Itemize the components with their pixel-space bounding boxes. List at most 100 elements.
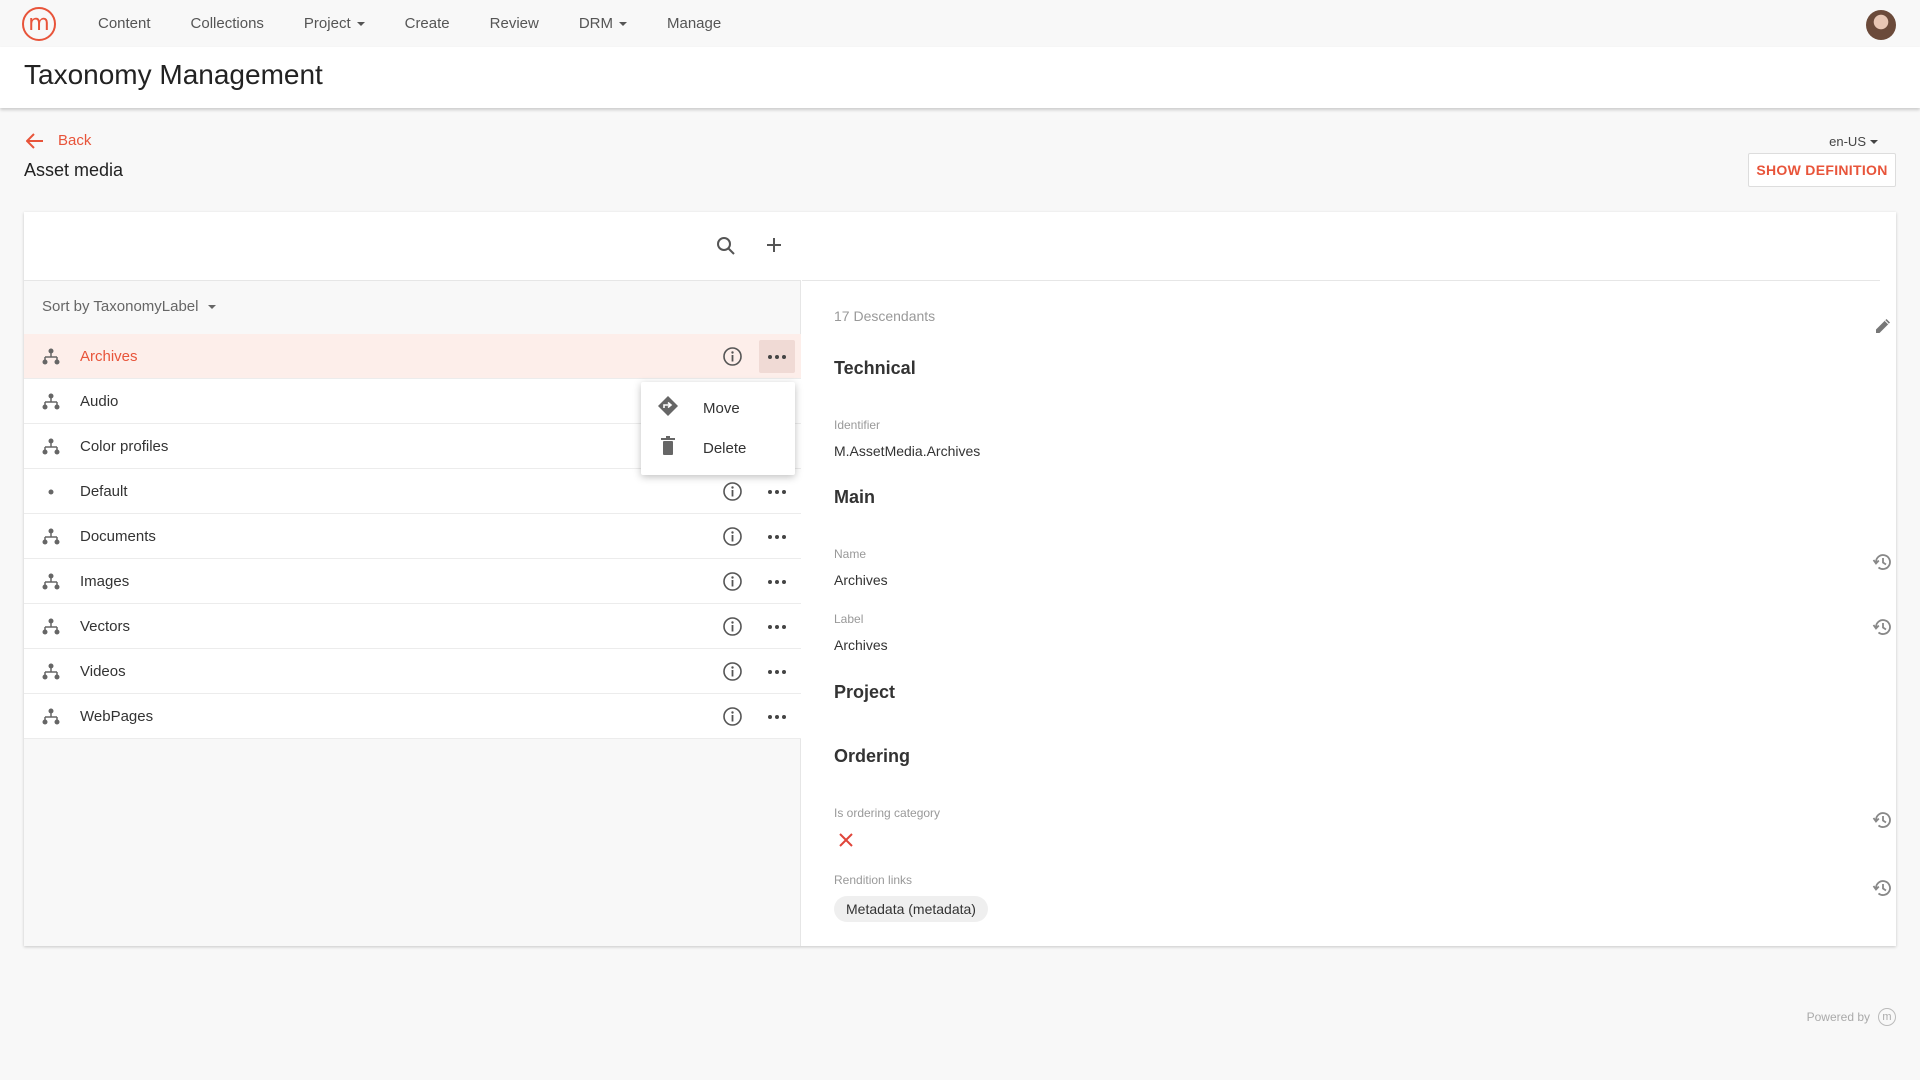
more-options-icon[interactable] [759, 520, 795, 553]
move-icon [657, 395, 679, 422]
nav-item-label: Collections [190, 15, 264, 32]
nav-item-content[interactable]: Content [98, 15, 151, 32]
menu-item-delete[interactable]: Delete [641, 428, 795, 468]
list-item-label: Videos [80, 662, 126, 680]
name-value: Archives [834, 572, 888, 588]
back-link[interactable]: Back [26, 132, 91, 149]
language-label: en-US [1829, 134, 1866, 149]
show-definition-button[interactable]: SHOW DEFINITION [1748, 153, 1896, 187]
dot-icon [42, 483, 60, 506]
info-icon[interactable] [722, 481, 743, 507]
list-item-vectors[interactable]: Vectors [24, 604, 801, 649]
nav-items: Content Collections Project Create Revie… [98, 0, 761, 47]
app-logo[interactable]: m [22, 7, 56, 41]
list-item-label: Documents [80, 527, 156, 545]
more-options-icon[interactable] [759, 565, 795, 598]
more-options-icon[interactable] [759, 475, 795, 508]
tree-icon [42, 348, 60, 371]
menu-item-move[interactable]: Move [641, 388, 795, 428]
identifier-label: Identifier [834, 418, 881, 432]
list-item-webpages[interactable]: WebPages [24, 694, 801, 739]
info-icon[interactable] [722, 706, 743, 732]
list-item-label: Audio [80, 392, 119, 410]
sort-label: Sort by TaxonomyLabel [42, 298, 199, 315]
more-options-icon[interactable] [759, 610, 795, 643]
list-item-documents[interactable]: Documents [24, 514, 801, 559]
taxonomy-card: Sort by TaxonomyLabel Archives Audio Col… [24, 212, 1896, 946]
info-icon[interactable] [722, 526, 743, 552]
nav-item-review[interactable]: Review [490, 15, 539, 32]
section-technical: Technical [834, 358, 916, 378]
tree-icon [42, 573, 60, 596]
tree-icon [42, 663, 60, 686]
menu-item-label: Move [703, 399, 740, 417]
tree-icon [42, 393, 60, 416]
nav-item-manage[interactable]: Manage [667, 15, 721, 32]
caret-down-icon [208, 304, 217, 309]
label-label: Label [834, 612, 864, 626]
nav-item-create[interactable]: Create [405, 15, 450, 32]
descendants-count: 17 Descendants [834, 308, 936, 324]
info-icon[interactable] [722, 571, 743, 597]
section-main: Main [834, 487, 876, 507]
ordering-category-label: Is ordering category [834, 806, 941, 820]
arrow-left-icon [26, 132, 43, 149]
edit-icon[interactable] [1873, 316, 1893, 341]
info-icon[interactable] [722, 346, 743, 372]
details-panel: 17 Descendants Technical Identifier M.As… [802, 212, 1896, 946]
taxonomy-list-panel: Sort by TaxonomyLabel Archives Audio Col… [24, 212, 801, 946]
identifier-value: M.AssetMedia.Archives [834, 443, 981, 459]
more-options-icon[interactable] [759, 700, 795, 733]
list-item-videos[interactable]: Videos [24, 649, 801, 694]
nav-item-label: Manage [667, 15, 722, 32]
powered-by-label: Powered by [1806, 1010, 1870, 1024]
search-icon[interactable] [716, 236, 736, 261]
history-icon[interactable] [1872, 551, 1894, 578]
rendition-link-chip[interactable]: Metadata (metadata) [834, 896, 988, 922]
list-item-images[interactable]: Images [24, 559, 801, 604]
more-options-icon[interactable] [759, 340, 795, 373]
nav-item-label: Create [404, 15, 450, 32]
tree-icon [42, 528, 60, 551]
history-icon[interactable] [1872, 877, 1894, 904]
brand-logo: m [1878, 1008, 1896, 1026]
nav-item-collections[interactable]: Collections [191, 15, 264, 32]
nav-item-project[interactable]: Project [304, 15, 365, 32]
user-avatar[interactable] [1866, 10, 1896, 40]
list-item-archives[interactable]: Archives [24, 334, 801, 379]
sort-selector[interactable]: Sort by TaxonomyLabel [42, 298, 217, 315]
name-label: Name [834, 547, 867, 561]
nav-item-label: Project [303, 15, 351, 32]
add-icon[interactable] [765, 236, 783, 259]
list-item-label: Vectors [80, 617, 131, 635]
tree-icon [42, 438, 60, 461]
history-icon[interactable] [1872, 616, 1894, 643]
tree-icon [42, 708, 60, 731]
cross-icon [838, 832, 854, 853]
details-toolbar [802, 212, 1880, 281]
top-nav: m Content Collections Project Create Rev… [0, 0, 1920, 47]
more-options-icon[interactable] [759, 655, 795, 688]
language-selector[interactable]: en-US [1829, 134, 1878, 149]
list-item-label: Default [80, 482, 128, 500]
nav-item-label: Review [489, 15, 539, 32]
nav-item-label: DRM [578, 15, 613, 32]
page-title: Taxonomy Management [24, 59, 323, 90]
list-item-label: Images [80, 572, 130, 590]
nav-item-drm[interactable]: DRM [579, 15, 627, 32]
asset-title: Asset media [24, 160, 124, 180]
page-header: Taxonomy Management [0, 47, 1920, 108]
list-toolbar [24, 212, 801, 281]
label-value: Archives [834, 637, 888, 653]
caret-down-icon [619, 21, 627, 26]
info-icon[interactable] [722, 616, 743, 642]
list-item-default[interactable]: Default [24, 469, 801, 514]
section-ordering: Ordering [834, 746, 911, 766]
context-menu: Move Delete [641, 382, 795, 475]
trash-icon [657, 435, 679, 462]
info-icon[interactable] [722, 661, 743, 687]
list-item-label: Archives [80, 347, 138, 365]
history-icon[interactable] [1872, 809, 1894, 836]
powered-by: Powered by m [1807, 1008, 1896, 1026]
list-item-label: Color profiles [80, 437, 169, 455]
